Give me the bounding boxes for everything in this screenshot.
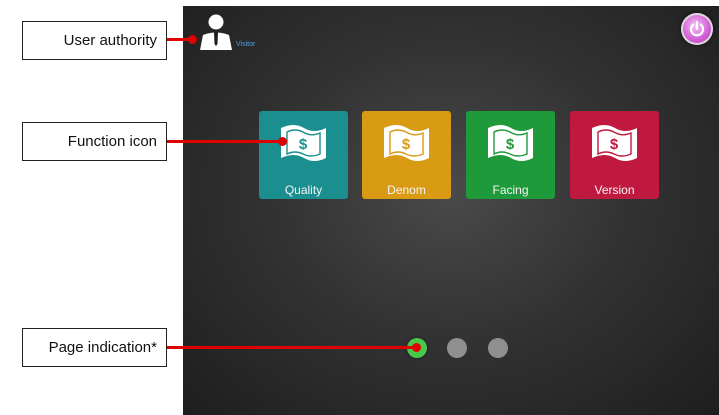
banknote-icon: $ bbox=[384, 125, 429, 161]
tile-label: Facing bbox=[492, 183, 529, 197]
user-avatar-icon[interactable] bbox=[199, 13, 233, 51]
callout-function-icon: Function icon bbox=[22, 122, 167, 161]
svg-text:$: $ bbox=[402, 136, 411, 153]
tile-denom[interactable]: $ Denom bbox=[362, 111, 451, 199]
tile-label: Denom bbox=[387, 183, 426, 197]
callout-label: User authority bbox=[63, 32, 157, 49]
leader-dot-function-icon bbox=[278, 137, 287, 146]
tile-facing[interactable]: $ Facing bbox=[466, 111, 555, 199]
callout-page-indication: Page indication* bbox=[22, 328, 167, 367]
svg-text:$: $ bbox=[299, 136, 308, 153]
page-dot-3[interactable] bbox=[488, 338, 508, 358]
power-button[interactable] bbox=[681, 13, 713, 45]
callout-user-authority: User authority bbox=[22, 21, 167, 60]
tile-version[interactable]: $ Version bbox=[570, 111, 659, 199]
tile-quality[interactable]: $ Quality bbox=[259, 111, 348, 199]
callout-label: Page indication* bbox=[48, 339, 157, 356]
power-icon bbox=[689, 20, 705, 37]
user-role-label: Visitor bbox=[236, 41, 256, 48]
tile-label: Quality bbox=[284, 183, 323, 197]
banknote-icon: $ bbox=[592, 125, 637, 161]
page-dot-2[interactable] bbox=[447, 338, 467, 358]
leader-line-page-indication bbox=[167, 346, 417, 349]
leader-dot-user-authority bbox=[188, 35, 197, 44]
leader-dot-page-indication bbox=[412, 343, 421, 352]
leader-line-function-icon bbox=[167, 140, 283, 143]
device-screen: Visitor $ Quality $ Denom $ Facing $ Ver… bbox=[183, 6, 719, 415]
tile-label: Version bbox=[594, 183, 635, 197]
banknote-icon: $ bbox=[488, 125, 533, 161]
svg-text:$: $ bbox=[610, 136, 619, 153]
callout-label: Function icon bbox=[67, 133, 157, 150]
svg-text:$: $ bbox=[506, 136, 515, 153]
